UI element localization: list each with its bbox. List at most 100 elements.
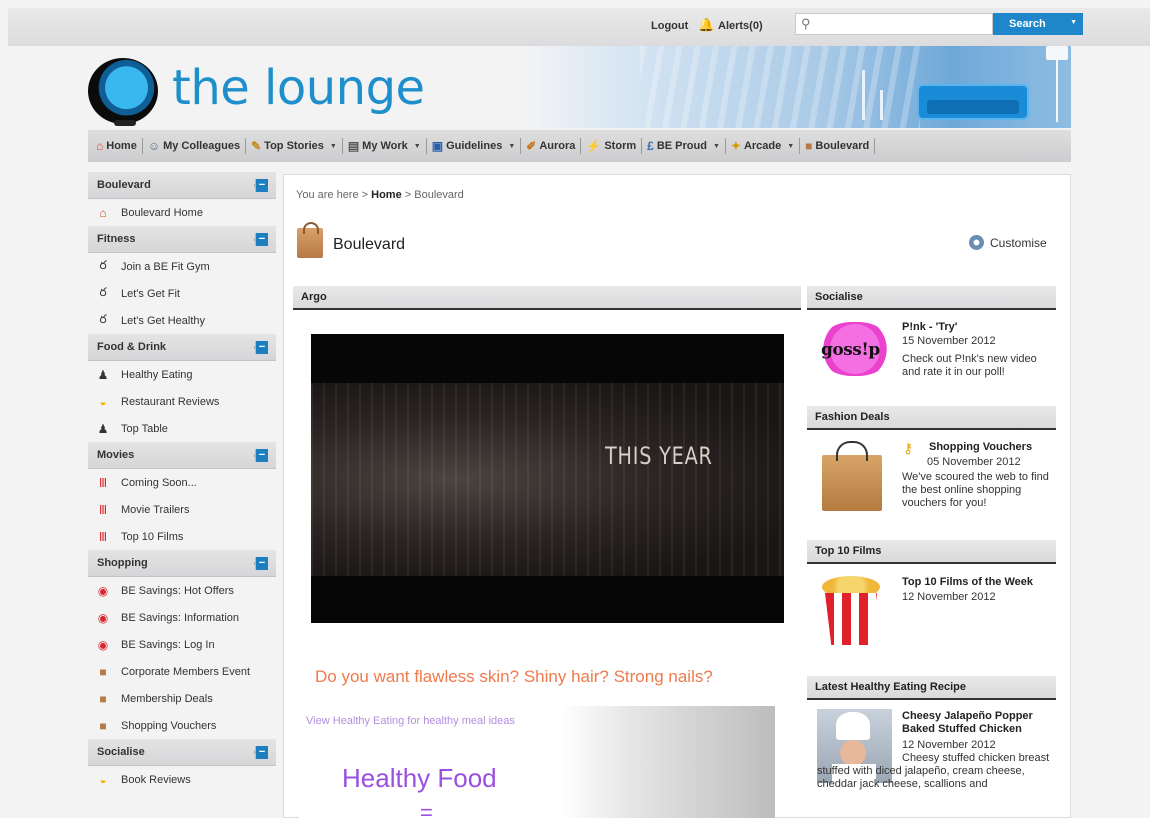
sidebar-item-membership-deals[interactable]: ■ Membership Deals xyxy=(88,685,276,712)
nav-aurora[interactable]: ✐ Aurora xyxy=(526,139,575,153)
promo-link[interactable]: View Healthy Eating for healthy meal ide… xyxy=(306,715,515,727)
alerts-link[interactable]: Alerts(0) xyxy=(718,20,763,32)
sidebar-item-coming-soon[interactable]: Ⅲ Coming Soon... xyxy=(88,469,276,496)
fashion-title[interactable]: Shopping Vouchers xyxy=(929,441,1032,453)
nav-my-work[interactable]: ▤ My Work ▼ xyxy=(348,139,421,153)
nav-storm[interactable]: ⚡ Storm xyxy=(586,139,636,153)
video-caption: THIS YEAR xyxy=(605,442,713,470)
bicycle-icon: ర xyxy=(99,258,107,272)
sidebar-item-join-gym[interactable]: ర Join a BE Fit Gym xyxy=(88,253,276,280)
chat-icon: ◒ xyxy=(99,394,107,409)
search-box[interactable]: ⚲ xyxy=(795,13,993,35)
lamp-decoration xyxy=(880,90,883,120)
chevron-down-icon[interactable]: ▼ xyxy=(414,143,421,150)
site-logo[interactable]: the lounge xyxy=(172,60,425,116)
sidebar-item-label: Coming Soon... xyxy=(121,476,197,489)
nav-separator xyxy=(874,138,876,154)
lamp-decoration xyxy=(862,70,865,120)
breadcrumb: You are here > Home > Boulevard xyxy=(296,189,464,201)
popcorn-icon: Ⅲ xyxy=(98,502,108,517)
section-heading-argo: Argo xyxy=(293,286,801,310)
search-button-label: Search xyxy=(1009,18,1046,30)
nav-label: Home xyxy=(106,140,137,152)
main-nav: ⌂ Home ☺ My Colleagues ✎ Top Stories ▼ ▤ My W… xyxy=(88,130,1071,162)
collapse-icon[interactable]: − xyxy=(255,448,268,462)
sidebar-item-book-reviews[interactable]: ◒ Book Reviews xyxy=(88,766,276,793)
home-icon: ⌂ xyxy=(96,139,104,153)
banner-decoration xyxy=(640,46,920,128)
section-heading-top-10-films: Top 10 Films xyxy=(807,540,1056,564)
sidebar-item-corporate-members-event[interactable]: ■ Corporate Members Event xyxy=(88,658,276,685)
socialise-text: Check out P!nk's new video and rate it i… xyxy=(902,353,1037,378)
collapse-icon[interactable]: − xyxy=(255,556,268,570)
fashion-date: 05 November 2012 xyxy=(927,456,1021,468)
recipe-text: Cheesy stuffed chicken breast stuffed wi… xyxy=(817,752,1050,790)
collapse-icon[interactable]: − xyxy=(255,232,268,246)
sidebar-section-movies[interactable]: Movies − xyxy=(88,442,276,469)
chevron-down-icon[interactable]: ▼ xyxy=(508,143,515,150)
bag-icon xyxy=(297,222,323,258)
chevron-down-icon[interactable]: ▼ xyxy=(713,143,720,150)
sidebar-section-boulevard[interactable]: Boulevard − xyxy=(88,172,276,199)
nav-arcade[interactable]: ✦ Arcade ▼ xyxy=(731,139,794,153)
collapse-icon[interactable]: − xyxy=(255,340,268,354)
video-frame[interactable] xyxy=(311,383,784,576)
chevron-down-icon[interactable]: ▼ xyxy=(330,143,337,150)
nav-top-stories[interactable]: ✎ Top Stories ▼ xyxy=(251,139,337,153)
sidebar-item-label: Corporate Members Event xyxy=(121,665,250,678)
nav-separator xyxy=(799,138,801,154)
sidebar-item-healthy-eating[interactable]: ♟ Healthy Eating xyxy=(88,361,276,388)
stories-icon: ✎ xyxy=(251,139,262,153)
sidebar-item-be-savings-information[interactable]: ◉ BE Savings: Information xyxy=(88,604,276,631)
gear-icon[interactable] xyxy=(969,235,984,250)
search-input[interactable] xyxy=(820,16,988,32)
sidebar-item-label: Top Table xyxy=(121,422,168,435)
recipe-title[interactable]: Cheesy Jalapeño Popper Baked Stuffed Chi… xyxy=(902,710,1052,736)
sidebar-item-label: BE Savings: Log In xyxy=(121,638,215,651)
sidebar-item-lets-get-healthy[interactable]: ర Let's Get Healthy xyxy=(88,307,276,334)
nav-boulevard[interactable]: ■ Boulevard xyxy=(805,139,869,153)
socialise-title[interactable]: P!nk - 'Try' xyxy=(902,321,957,333)
egg-chair-logo-icon[interactable] xyxy=(88,58,158,124)
sidebar-item-movie-trailers[interactable]: Ⅲ Movie Trailers xyxy=(88,496,276,523)
popcorn-image[interactable] xyxy=(825,593,877,645)
shopping-bag-image[interactable] xyxy=(822,441,882,511)
sidebar-item-lets-get-fit[interactable]: ర Let's Get Fit xyxy=(88,280,276,307)
sidebar-item-top-table[interactable]: ♟ Top Table xyxy=(88,415,276,442)
collapse-icon[interactable]: − xyxy=(255,178,268,192)
films-title[interactable]: Top 10 Films of the Week xyxy=(902,576,1033,588)
nav-guidelines[interactable]: ▣ Guidelines ▼ xyxy=(432,139,516,153)
customise-link[interactable]: Customise xyxy=(990,236,1047,250)
logout-link[interactable]: Logout xyxy=(651,20,688,32)
socialise-date: 15 November 2012 xyxy=(902,335,996,347)
nav-label: Guidelines xyxy=(446,140,503,152)
sidebar-section-shopping[interactable]: Shopping − xyxy=(88,550,276,577)
chevron-down-icon[interactable]: ▼ xyxy=(787,143,794,150)
floor-lamp-decoration xyxy=(1046,46,1068,60)
sidebar-section-food-drink[interactable]: Food & Drink − xyxy=(88,334,276,361)
sidebar-item-restaurant-reviews[interactable]: ◒ Restaurant Reviews xyxy=(88,388,276,415)
guidelines-icon: ▣ xyxy=(431,139,444,153)
gossip-logo-text: goss!p xyxy=(821,340,880,360)
key-icon: ⚷ xyxy=(903,440,914,456)
sidebar-item-be-savings-log-in[interactable]: ◉ BE Savings: Log In xyxy=(88,631,276,658)
page-title: Boulevard xyxy=(333,236,406,253)
nav-be-proud[interactable]: £ BE Proud ▼ xyxy=(647,139,720,153)
chevron-down-icon[interactable]: ▼ xyxy=(1070,19,1077,26)
nav-label: Boulevard xyxy=(815,140,870,152)
nav-separator xyxy=(245,138,247,154)
section-heading-recipe: Latest Healthy Eating Recipe xyxy=(807,676,1056,700)
nav-home[interactable]: ⌂ Home xyxy=(96,139,137,153)
sidebar-section-socialise[interactable]: Socialise − xyxy=(88,739,276,766)
collapse-icon[interactable]: − xyxy=(255,745,268,759)
sidebar-item-shopping-vouchers[interactable]: ■ Shopping Vouchers xyxy=(88,712,276,739)
egg-chair-base xyxy=(114,120,136,126)
sidebar-item-boulevard-home[interactable]: ⌂ Boulevard Home xyxy=(88,199,276,226)
sidebar-item-be-savings-hot-offers[interactable]: ◉ BE Savings: Hot Offers xyxy=(88,577,276,604)
nav-my-colleagues[interactable]: ☺ My Colleagues xyxy=(148,139,240,153)
colleagues-icon: ☺ xyxy=(147,139,161,153)
breadcrumb-home[interactable]: Home xyxy=(371,189,402,201)
search-button[interactable]: Search ▼ xyxy=(993,13,1083,35)
sidebar-item-top-10-films[interactable]: Ⅲ Top 10 Films xyxy=(88,523,276,550)
sidebar-section-fitness[interactable]: Fitness − xyxy=(88,226,276,253)
